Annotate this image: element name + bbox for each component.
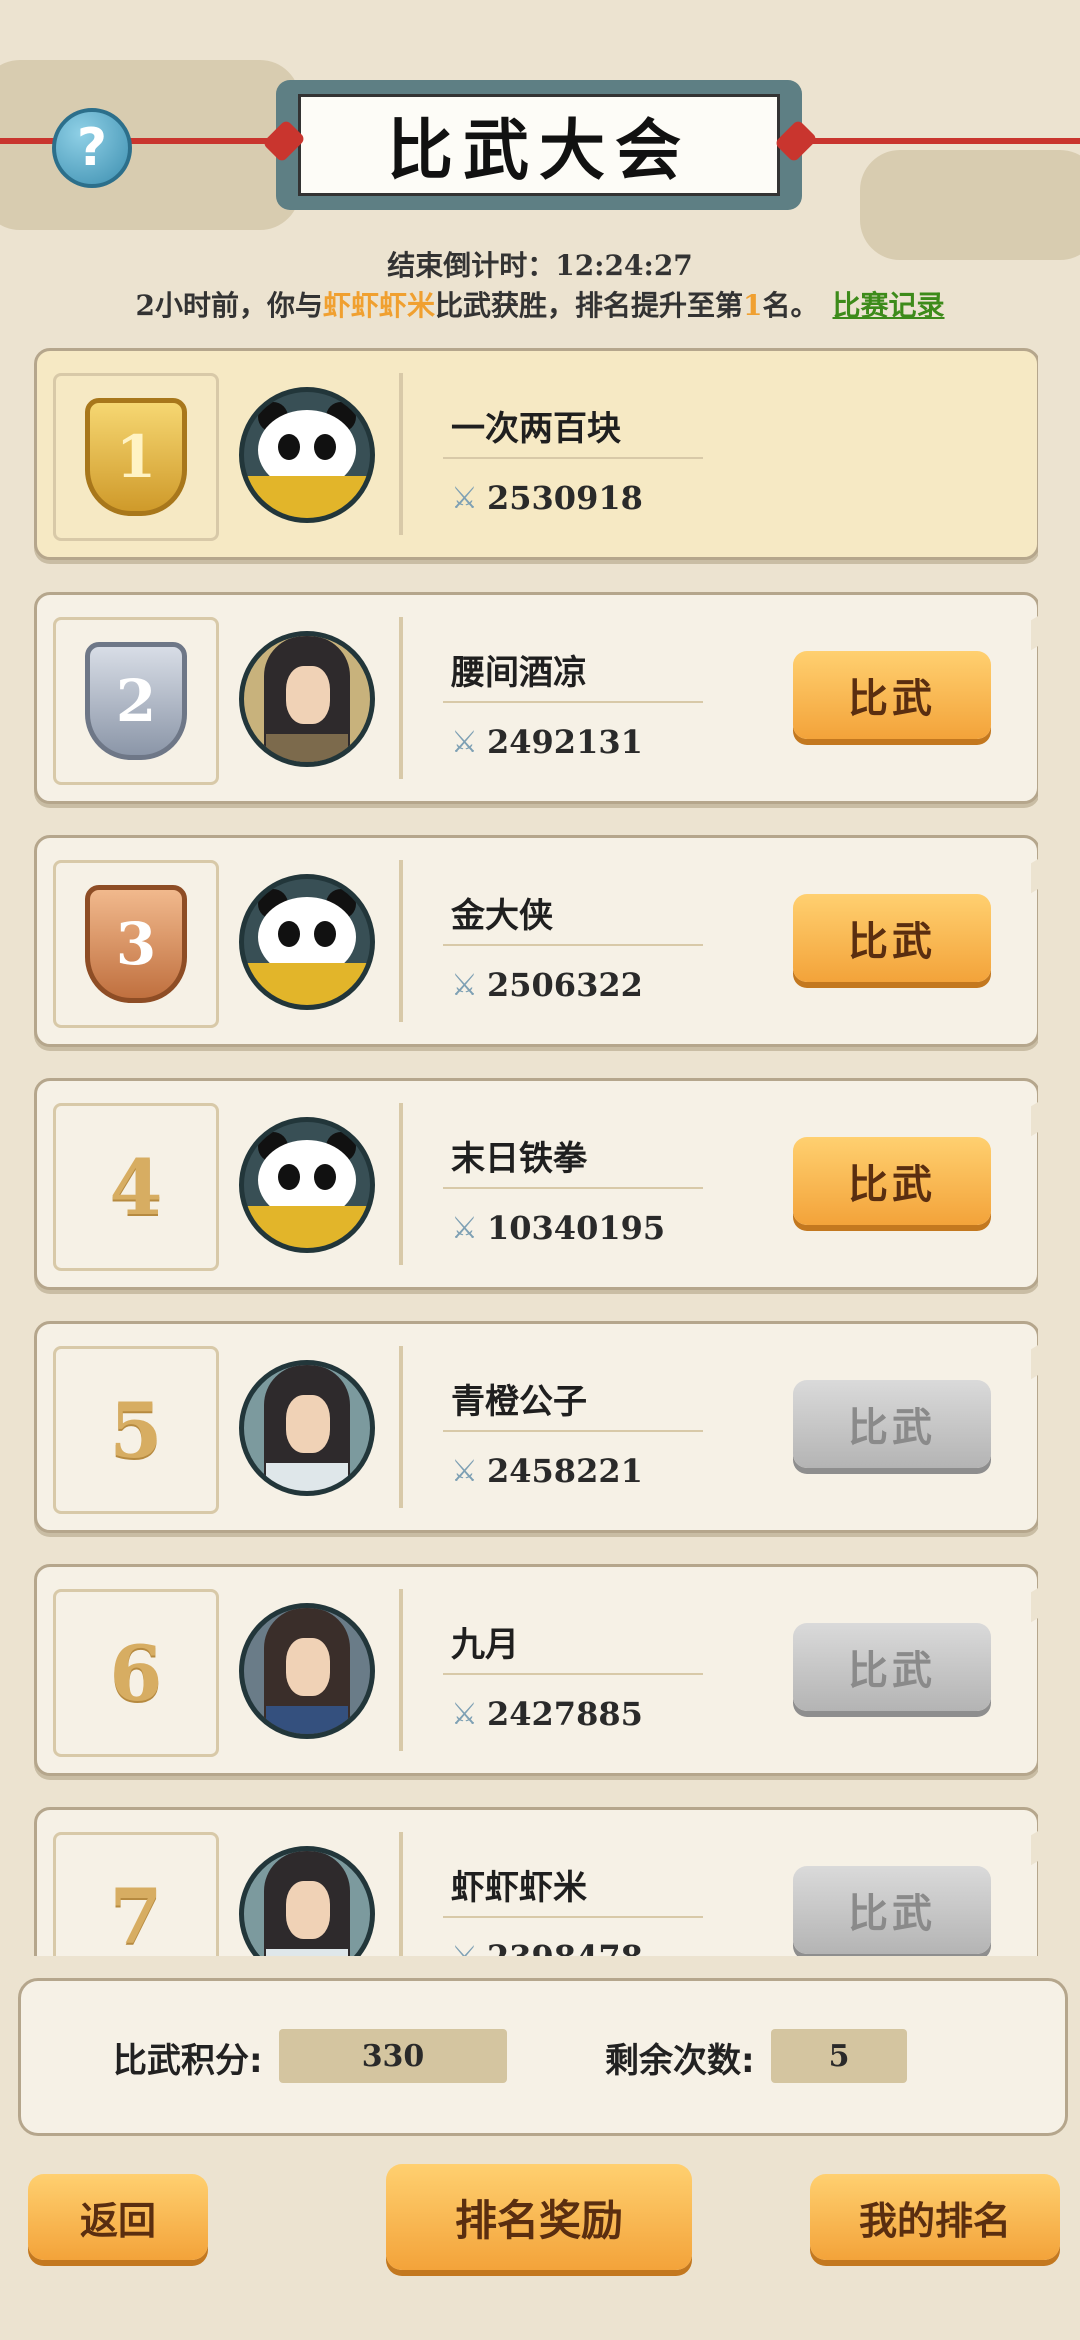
rank-number: 2 bbox=[115, 667, 157, 735]
crossed-swords-icon: ⚔ bbox=[451, 1940, 478, 1956]
score-value: 330 bbox=[279, 2029, 507, 2083]
player-name: 末日铁拳 bbox=[451, 1139, 587, 1179]
stats-bar: 比武积分: 330 剩余次数: 5 bbox=[18, 1978, 1068, 2136]
combat-power: 2398478 bbox=[487, 1938, 643, 1956]
notice-opponent: 虾虾虾米 bbox=[322, 289, 435, 322]
combat-power: 2427885 bbox=[487, 1695, 643, 1733]
player-name: 青橙公子 bbox=[451, 1382, 587, 1422]
countdown-label: 结束倒计时： bbox=[387, 249, 556, 282]
match-record-link[interactable]: 比赛记录 bbox=[833, 289, 945, 322]
ranking-list[interactable]: 1 一次两百块 ⚔ 2530918 2 腰间酒凉 ⚔ 2492131 比武 3 … bbox=[34, 348, 1038, 1956]
fight-button[interactable]: 比武 bbox=[793, 651, 991, 739]
crossed-swords-icon: ⚔ bbox=[451, 1697, 478, 1732]
rank-number: 3 bbox=[115, 910, 157, 978]
player-name: 腰间酒凉 bbox=[451, 653, 587, 693]
notice-middle: 比武获胜，排名提升至第 bbox=[434, 289, 743, 322]
title-board: 比武大会 bbox=[276, 80, 802, 210]
ranking-card: 2 腰间酒凉 ⚔ 2492131 比武 bbox=[34, 592, 1038, 804]
rank-frame: 4 bbox=[53, 1103, 219, 1271]
gold-medal-icon: 1 bbox=[85, 398, 187, 516]
rank-number: 6 bbox=[109, 1628, 163, 1718]
player-name: 一次两百块 bbox=[451, 409, 621, 449]
remaining-label: 剩余次数: bbox=[605, 2041, 755, 2081]
page-title: 比武大会 bbox=[298, 94, 780, 196]
avatar[interactable] bbox=[239, 631, 375, 767]
crossed-swords-icon: ⚔ bbox=[451, 1454, 478, 1489]
crossed-swords-icon: ⚔ bbox=[451, 481, 478, 516]
silver-medal-icon: 2 bbox=[85, 642, 187, 760]
rank-frame: 7 bbox=[53, 1832, 219, 1956]
ranking-card: 3 金大侠 ⚔ 2506322 比武 bbox=[34, 835, 1038, 1047]
fight-button[interactable]: 比武 bbox=[793, 1380, 991, 1468]
player-name: 金大侠 bbox=[451, 896, 553, 936]
avatar[interactable] bbox=[239, 1360, 375, 1496]
crossed-swords-icon: ⚔ bbox=[451, 968, 478, 1003]
rank-frame: 2 bbox=[53, 617, 219, 785]
notice-suffix: 名。 bbox=[762, 289, 819, 322]
back-button[interactable]: 返回 bbox=[28, 2174, 208, 2260]
combat-power: 2530918 bbox=[487, 479, 643, 517]
rank-frame: 6 bbox=[53, 1589, 219, 1757]
ranking-card: 1 一次两百块 ⚔ 2530918 bbox=[34, 348, 1038, 560]
player-name: 虾虾虾米 bbox=[451, 1868, 587, 1908]
notice-prefix: 2小时前，你与 bbox=[135, 289, 323, 322]
ranking-card: 6 九月 ⚔ 2427885 比武 bbox=[34, 1564, 1038, 1776]
countdown-value: 12:24:27 bbox=[555, 249, 693, 282]
my-rank-button[interactable]: 我的排名 bbox=[810, 2174, 1060, 2260]
cloud-decoration bbox=[0, 60, 300, 230]
rank-number: 7 bbox=[109, 1871, 163, 1957]
ranking-card: 7 虾虾虾米 ⚔ 2398478 比武 bbox=[34, 1807, 1038, 1956]
crossed-swords-icon: ⚔ bbox=[451, 1211, 478, 1246]
player-info: 一次两百块 ⚔ 2530918 bbox=[399, 373, 993, 535]
countdown: 结束倒计时：12:24:27 bbox=[0, 244, 1080, 284]
score-label: 比武积分: bbox=[113, 2041, 263, 2081]
avatar[interactable] bbox=[239, 874, 375, 1010]
rank-frame: 5 bbox=[53, 1346, 219, 1514]
rank-number: 5 bbox=[109, 1385, 163, 1475]
rank-number: 1 bbox=[115, 423, 157, 491]
avatar[interactable] bbox=[239, 1846, 375, 1956]
crossed-swords-icon: ⚔ bbox=[451, 725, 478, 760]
combat-power: 10340195 bbox=[487, 1209, 666, 1247]
battle-notice: 2小时前，你与虾虾虾米比武获胜，排名提升至第1名。 比赛记录 bbox=[0, 284, 1080, 324]
combat-power: 2492131 bbox=[487, 723, 643, 761]
fight-button[interactable]: 比武 bbox=[793, 1137, 991, 1225]
question-icon: ? bbox=[76, 118, 108, 178]
rank-number: 4 bbox=[109, 1142, 163, 1232]
rank-frame: 1 bbox=[53, 373, 219, 541]
ranking-card: 4 末日铁拳 ⚔ 10340195 比武 bbox=[34, 1078, 1038, 1290]
notice-rank: 1 bbox=[743, 289, 763, 322]
remaining-value: 5 bbox=[771, 2029, 907, 2083]
rank-rewards-button[interactable]: 排名奖励 bbox=[386, 2164, 692, 2270]
rope-decoration bbox=[0, 138, 280, 144]
combat-power: 2506322 bbox=[487, 966, 643, 1004]
avatar[interactable] bbox=[239, 1603, 375, 1739]
rank-frame: 3 bbox=[53, 860, 219, 1028]
avatar[interactable] bbox=[239, 1117, 375, 1253]
avatar[interactable] bbox=[239, 387, 375, 523]
rope-decoration bbox=[800, 138, 1080, 144]
fight-button[interactable]: 比武 bbox=[793, 1866, 991, 1954]
help-button[interactable]: ? bbox=[52, 108, 132, 188]
combat-power: 2458221 bbox=[487, 1452, 643, 1490]
fight-button[interactable]: 比武 bbox=[793, 894, 991, 982]
player-name: 九月 bbox=[451, 1625, 519, 1665]
fight-button[interactable]: 比武 bbox=[793, 1623, 991, 1711]
bronze-medal-icon: 3 bbox=[85, 885, 187, 1003]
ranking-card: 5 青橙公子 ⚔ 2458221 比武 bbox=[34, 1321, 1038, 1533]
